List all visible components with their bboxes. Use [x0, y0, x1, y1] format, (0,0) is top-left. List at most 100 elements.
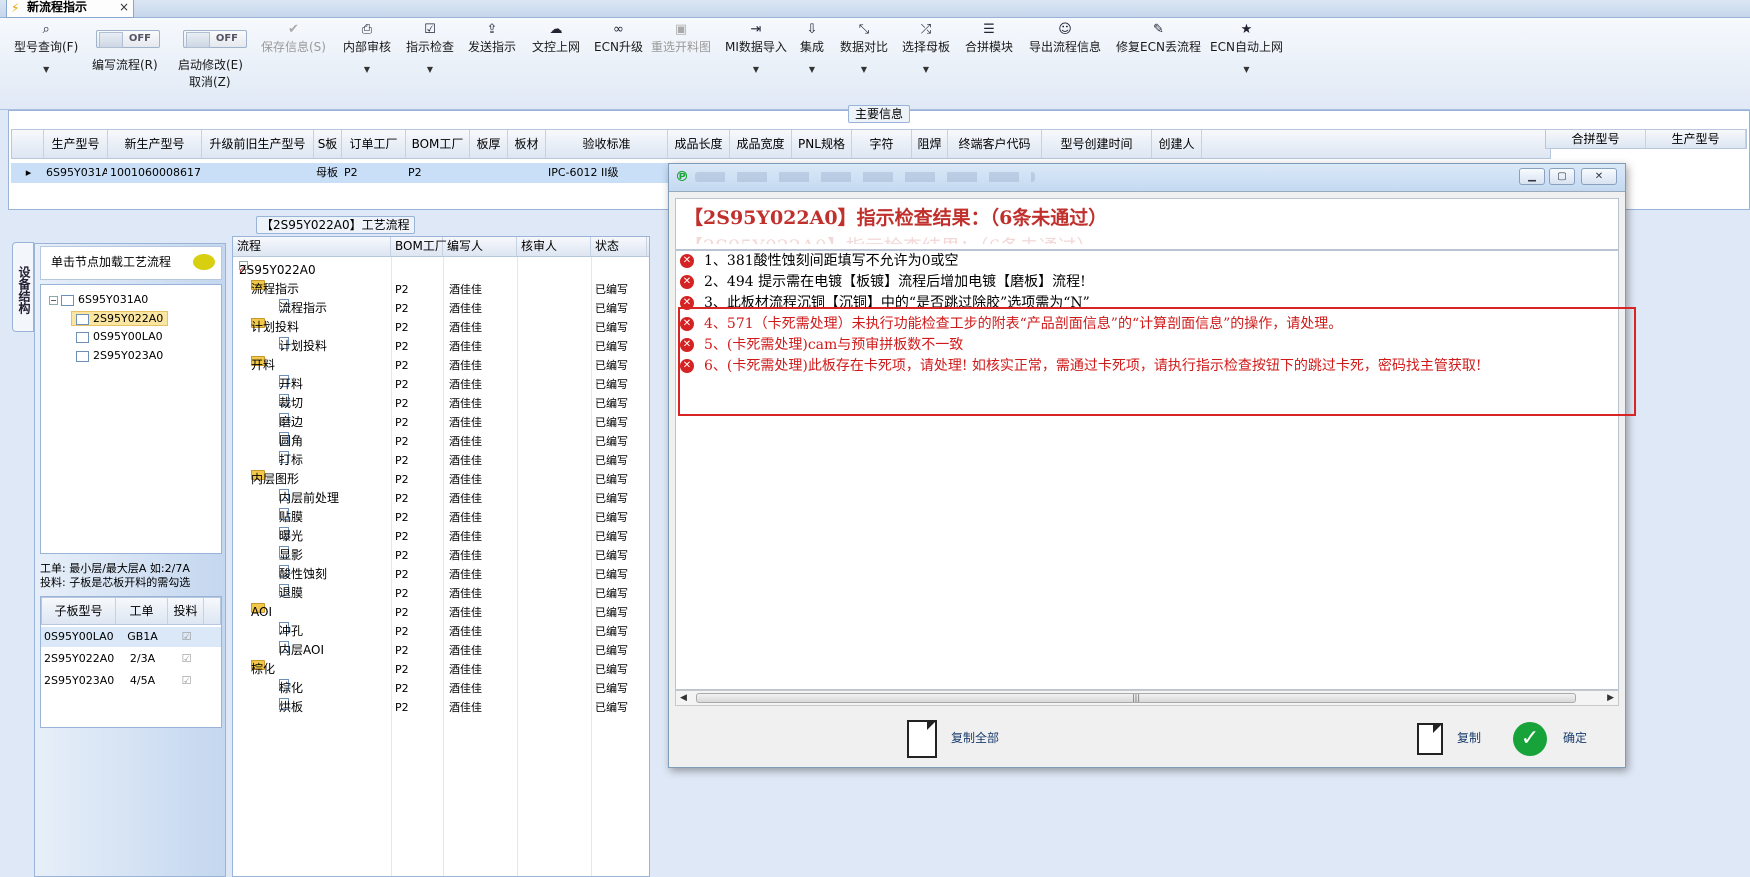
flow-row[interactable]: 流程指示 P2 酒佳佳 已编写: [233, 299, 649, 318]
chevron-down-icon[interactable]: ▼: [343, 65, 391, 74]
column-header[interactable]: 升级前旧生产型号: [202, 130, 314, 158]
flow-row[interactable]: −内层图形P2酒佳佳已编写: [233, 470, 649, 489]
chevron-down-icon[interactable]: ▼: [14, 65, 78, 74]
data-compare-button[interactable]: ⤡ 数据对比 ▼: [840, 22, 888, 74]
column-header[interactable]: 子板型号: [42, 598, 116, 624]
flow-row[interactable]: 磨边 P2 酒佳佳 已编写: [233, 413, 649, 432]
flow-row[interactable]: 裁切 P2 酒佳佳 已编写: [233, 394, 649, 413]
column-header[interactable]: PNL规格: [792, 130, 852, 158]
table-row[interactable]: 0S95Y00LA0 GB1A ☑: [41, 627, 221, 647]
flow-row[interactable]: 开料 P2 酒佳佳 已编写: [233, 375, 649, 394]
repair-ecn-flow-button[interactable]: ✎ 修复ECN丢流程: [1116, 22, 1201, 55]
column-header[interactable]: 状态: [591, 237, 647, 256]
ecn-upgrade-button[interactable]: ∞ ECN升级: [594, 22, 643, 55]
tree-node-child[interactable]: 2S95Y022A0: [71, 311, 169, 326]
checkbox[interactable]: ☑: [167, 649, 203, 669]
column-header[interactable]: 核审人: [517, 237, 591, 256]
close-tab-icon[interactable]: ×: [119, 0, 129, 14]
column-header[interactable]: BOM工厂: [391, 237, 447, 256]
send-instruction-button[interactable]: ⇪ 发送指示: [468, 22, 516, 55]
chevron-down-icon[interactable]: ▼: [800, 65, 824, 74]
flow-row[interactable]: 退膜 P2 酒佳佳 已编写: [233, 584, 649, 603]
flow-row[interactable]: −计划投料P2酒佳佳已编写: [233, 318, 649, 337]
internal-review-button[interactable]: ⎙ 内部审核 ▼: [343, 22, 391, 74]
model-query-button[interactable]: ⌕ 型号查询(F) ▼: [14, 22, 78, 74]
device-structure-tab[interactable]: 设备结构: [12, 242, 34, 332]
flow-row[interactable]: −AOIP2酒佳佳已编写: [233, 603, 649, 622]
column-header[interactable]: 板材: [508, 130, 546, 158]
column-header[interactable]: 编写人: [443, 237, 517, 256]
checkbox[interactable]: ☑: [167, 671, 203, 691]
column-header[interactable]: 型号创建时间: [1042, 130, 1152, 158]
chevron-down-icon[interactable]: ▼: [840, 65, 888, 74]
flow-row[interactable]: 圆角 P2 酒佳佳 已编写: [233, 432, 649, 451]
ok-button[interactable]: ✓ 确定: [1513, 718, 1587, 758]
flow-row[interactable]: 烘板 P2 酒佳佳 已编写: [233, 698, 649, 717]
cell[interactable]: IPC-6012 II级: [545, 163, 667, 183]
flow-row[interactable]: 计划投料 P2 酒佳佳 已编写: [233, 337, 649, 356]
flow-row[interactable]: 酸性蚀刻 P2 酒佳佳 已编写: [233, 565, 649, 584]
flow-row[interactable]: 贴膜 P2 酒佳佳 已编写: [233, 508, 649, 527]
mi-data-import-button[interactable]: ⇥ MI数据导入 ▼: [725, 22, 787, 74]
tree-node-root[interactable]: −6S95Y031A0: [49, 293, 148, 306]
column-header[interactable]: 终端客户代码: [948, 130, 1042, 158]
flow-row[interactable]: 内层前处理 P2 酒佳佳 已编写: [233, 489, 649, 508]
flow-row[interactable]: 冲孔 P2 酒佳佳 已编写: [233, 622, 649, 641]
maximize-icon[interactable]: ▢: [1549, 168, 1575, 185]
collapse-icon[interactable]: −: [49, 295, 58, 305]
flow-row[interactable]: 曝光 P2 酒佳佳 已编写: [233, 527, 649, 546]
table-row[interactable]: 2S95Y023A0 4/5A ☑: [41, 671, 221, 691]
flow-row[interactable]: −棕化P2酒佳佳已编写: [233, 660, 649, 679]
tab-new-flow[interactable]: ⚡ 新流程指示 ×: [6, 0, 134, 18]
column-header[interactable]: 投料: [168, 598, 204, 624]
cell[interactable]: P2: [405, 163, 469, 183]
column-header[interactable]: 生产型号: [44, 130, 108, 158]
copy-button[interactable]: 复制: [1417, 718, 1481, 758]
chevron-down-icon[interactable]: ▼: [1210, 65, 1283, 74]
horizontal-scrollbar[interactable]: ◀ ||| ▶: [675, 690, 1619, 706]
export-flow-info-button[interactable]: ☺ 导出流程信息: [1029, 22, 1101, 55]
flow-row[interactable]: 内层AOI P2 酒佳佳 已编写: [233, 641, 649, 660]
cell[interactable]: [201, 163, 313, 183]
flow-row[interactable]: −流程指示P2酒佳佳已编写: [233, 280, 649, 299]
integrate-button[interactable]: ⇩ 集成 ▼: [800, 22, 824, 74]
table-row[interactable]: 2S95Y022A0 2/3A ☑: [41, 649, 221, 669]
ecn-auto-online-button[interactable]: ★ ECN自动上网 ▼: [1210, 22, 1283, 74]
column-header[interactable]: 工单: [116, 598, 168, 624]
column-header[interactable]: 成品宽度: [730, 130, 792, 158]
cell[interactable]: [469, 163, 507, 183]
column-header[interactable]: 新生产型号: [108, 130, 202, 158]
merge-module-button[interactable]: ☰ 合拼模块: [965, 22, 1013, 55]
flow-row[interactable]: 棕化 P2 酒佳佳 已编写: [233, 679, 649, 698]
copy-all-button[interactable]: 复制全部: [907, 718, 999, 758]
column-header[interactable]: 字符: [852, 130, 912, 158]
column-header[interactable]: 合拼型号: [1546, 130, 1646, 148]
scroll-left-icon[interactable]: ◀: [680, 691, 687, 705]
chevron-down-icon[interactable]: ▼: [725, 65, 787, 74]
scroll-thumb[interactable]: |||: [696, 693, 1576, 703]
flow-row[interactable]: 显影 P2 酒佳佳 已编写: [233, 546, 649, 565]
tree-node-child[interactable]: 0S95Y00LA0: [76, 330, 163, 343]
cell[interactable]: P2: [341, 163, 405, 183]
scroll-right-icon[interactable]: ▶: [1607, 691, 1614, 705]
error-item[interactable]: ✕ 1、381酸性蚀刻间距填写不允许为0或空: [680, 251, 959, 272]
column-header[interactable]: BOM工厂: [406, 130, 470, 158]
cancel-label[interactable]: 取消(Z): [189, 73, 231, 90]
start-modify-toggle[interactable]: OFF: [183, 30, 247, 48]
column-header[interactable]: 创建人: [1152, 130, 1202, 158]
flow-root[interactable]: − ⌂ 2S95Y022A0: [233, 261, 649, 280]
error-item[interactable]: ✕ 2、494 提示需在电镀【板镀】流程后增加电镀【磨板】流程!: [680, 272, 1086, 293]
cell[interactable]: 6S95Y031A0: [43, 163, 107, 183]
checkbox[interactable]: ☑: [167, 627, 203, 647]
column-header[interactable]: 阻焊: [912, 130, 948, 158]
column-header[interactable]: S板: [314, 130, 342, 158]
doc-control-online-button[interactable]: ☁ 文控上网: [532, 22, 580, 55]
minimize-icon[interactable]: ▁: [1519, 168, 1545, 185]
chevron-down-icon[interactable]: ▼: [902, 65, 950, 74]
cell[interactable]: 10010600086174: [107, 163, 201, 183]
chevron-down-icon[interactable]: ▼: [406, 65, 454, 74]
column-header[interactable]: 流程: [233, 237, 391, 256]
cell[interactable]: 母板: [313, 163, 341, 183]
column-header[interactable]: 成品长度: [668, 130, 730, 158]
column-header[interactable]: 订单工厂: [342, 130, 406, 158]
